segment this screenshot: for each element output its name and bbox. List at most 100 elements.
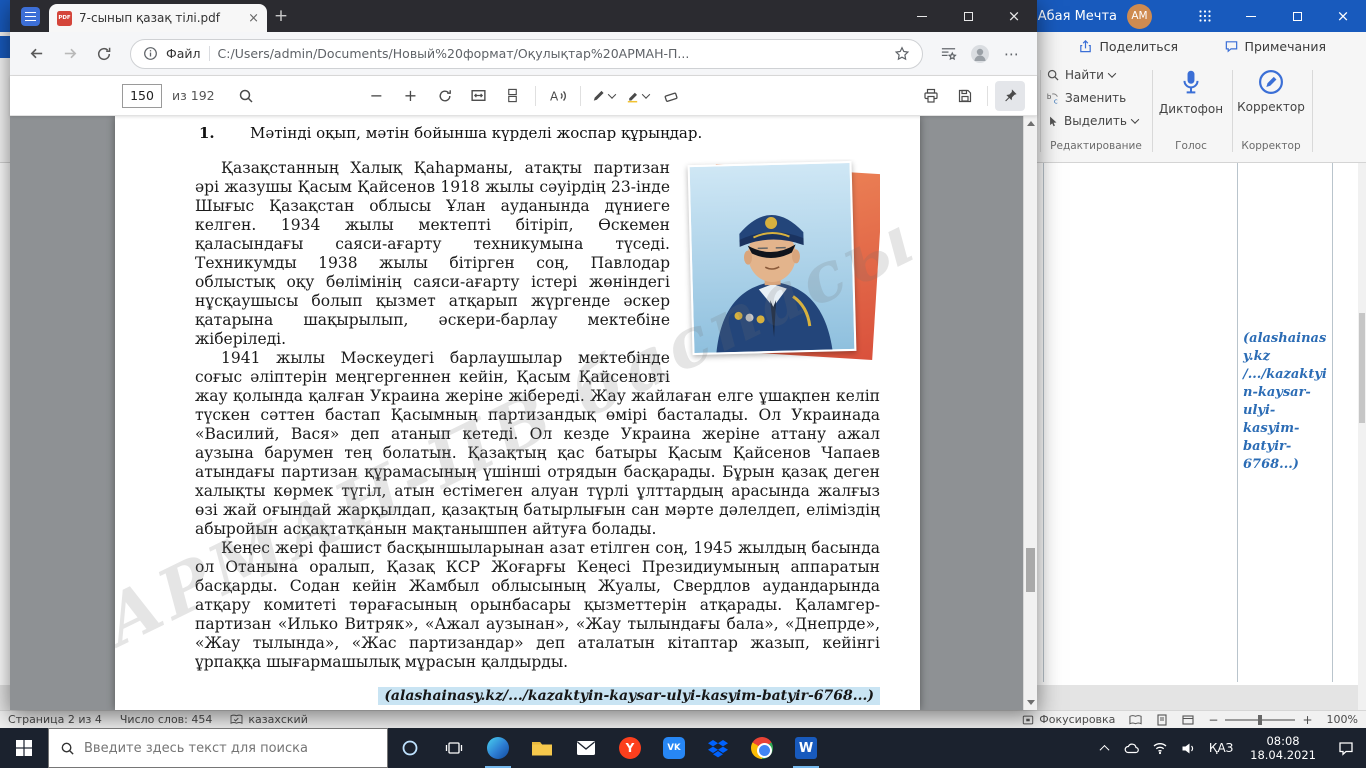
taskbar-app-yandex[interactable]: Y [608, 728, 652, 768]
edge-maximize-button[interactable] [945, 0, 991, 32]
rotate-button[interactable] [430, 81, 460, 111]
maximize-icon [964, 12, 973, 21]
word-minimize-button[interactable] [1228, 0, 1274, 32]
edge-minimize-button[interactable] [899, 0, 945, 32]
status-language[interactable]: казахский [230, 713, 307, 726]
taskbar-app-vk[interactable]: VK [652, 728, 696, 768]
page-view-button[interactable] [498, 81, 528, 111]
zoom-in-button[interactable]: + [396, 81, 426, 111]
url-scheme-label: Файл [166, 46, 201, 61]
read-aloud-button[interactable]: A [543, 81, 573, 111]
tab-actions-menu-button[interactable] [21, 7, 40, 26]
file-tab-sliver[interactable] [0, 36, 10, 58]
svg-text:A: A [550, 89, 559, 103]
word-close-button[interactable]: × [1320, 0, 1366, 32]
word-scrollbar[interactable] [1358, 163, 1366, 710]
status-page[interactable]: Страница 2 из 4 [8, 713, 102, 726]
taskbar-app-file-explorer[interactable] [520, 728, 564, 768]
highlight-button[interactable] [622, 81, 652, 111]
svg-text:c: c [1054, 97, 1058, 105]
chevron-down-icon [1108, 69, 1116, 77]
word-maximize-button[interactable] [1274, 0, 1320, 32]
replace-button[interactable]: bc Заменить [1046, 91, 1126, 105]
start-button[interactable] [0, 728, 48, 768]
pdf-scrollbar[interactable] [1023, 116, 1037, 710]
print-layout-view-icon[interactable] [1156, 714, 1168, 726]
edge-address-bar: Файл C:/Users/admin/Documents/Новый%20фо… [10, 32, 1037, 76]
action-center-icon [1338, 741, 1354, 756]
refresh-button[interactable] [88, 38, 120, 70]
taskbar-app-dropbox[interactable] [696, 728, 740, 768]
word-scrollbar-thumb[interactable] [1359, 313, 1365, 423]
show-hidden-icons-button[interactable] [1090, 745, 1118, 752]
onedrive-tray-icon[interactable] [1118, 742, 1146, 754]
zoom-slider-thumb[interactable] [1258, 715, 1262, 725]
pdf-search-button[interactable] [231, 81, 261, 111]
editor-button[interactable]: Корректор [1238, 68, 1304, 114]
pdf-scrollbar-thumb[interactable] [1026, 548, 1035, 592]
share-icon [1078, 39, 1093, 54]
tray-time: 08:08 [1250, 734, 1316, 748]
read-mode-view-icon[interactable] [1129, 714, 1142, 726]
favorites-button[interactable] [933, 39, 963, 69]
find-button[interactable]: Найти [1046, 68, 1115, 82]
keyboard-language-button[interactable]: ҚАЗ [1202, 741, 1240, 755]
url-field[interactable]: Файл C:/Users/admin/Documents/Новый%20фо… [130, 39, 923, 69]
web-layout-view-icon[interactable] [1182, 714, 1194, 726]
print-button[interactable] [916, 81, 946, 111]
forward-button[interactable] [54, 38, 86, 70]
edge-close-button[interactable]: × [991, 0, 1037, 32]
cortana-button[interactable] [388, 728, 432, 768]
network-tray-icon[interactable] [1146, 741, 1174, 755]
zoom-level[interactable]: 100% [1327, 713, 1358, 726]
action-center-button[interactable] [1326, 741, 1366, 756]
group-label-editing: Редактирование [1040, 140, 1152, 152]
yandex-browser-icon: Y [619, 737, 641, 759]
task-view-button[interactable] [432, 728, 476, 768]
taskbar-app-chrome[interactable] [740, 728, 784, 768]
word-source-citation[interactable]: (alashainasy.kz /.../kazaktyin-kaysar-ul… [1243, 330, 1331, 474]
settings-menu-button[interactable]: ⋯ [997, 39, 1027, 69]
zoom-out-button[interactable]: − [1208, 713, 1218, 727]
exercise-text: Мәтінді оқып, мәтін бойынша күрделі жосп… [250, 124, 702, 142]
save-button[interactable] [950, 81, 980, 111]
volume-tray-icon[interactable] [1174, 742, 1202, 755]
ribbon-display-options-button[interactable] [1182, 0, 1228, 32]
draw-button[interactable] [588, 81, 618, 111]
fit-to-width-button[interactable] [464, 81, 494, 111]
search-icon [60, 741, 75, 756]
tab-close-button[interactable]: × [248, 12, 259, 25]
clock[interactable]: 08:08 18.04.2021 [1240, 734, 1326, 762]
taskbar-app-mail[interactable] [564, 728, 608, 768]
pin-toolbar-button[interactable] [995, 81, 1025, 111]
tab-pdf-document[interactable]: PDF 7-сынып қазақ тілі.pdf × [49, 4, 267, 32]
taskbar-search-box[interactable] [48, 728, 388, 768]
zoom-out-button[interactable]: − [362, 81, 392, 111]
zoom-in-button[interactable]: + [1302, 713, 1312, 727]
focus-mode-button[interactable]: Фокусировка [1022, 713, 1115, 726]
zoom-slider[interactable] [1225, 719, 1295, 721]
dictate-button[interactable]: Диктофон [1158, 68, 1224, 116]
toolbar-separator [987, 86, 988, 106]
avatar[interactable]: АМ [1127, 4, 1152, 29]
read-aloud-icon: A [549, 88, 567, 104]
info-icon[interactable] [143, 46, 158, 61]
back-button[interactable] [20, 38, 52, 70]
comments-button[interactable]: Примечания [1224, 39, 1326, 54]
new-tab-button[interactable]: + [267, 2, 295, 30]
add-favorite-star-icon[interactable] [894, 46, 910, 62]
scroll-down-arrow-icon[interactable] [1027, 700, 1035, 705]
grid-icon [1198, 9, 1212, 23]
share-button[interactable]: Поделиться [1078, 39, 1178, 54]
select-button[interactable]: Выделить [1046, 114, 1138, 128]
page-number-input[interactable] [122, 84, 162, 108]
proofing-book-icon [230, 714, 243, 725]
erase-button[interactable] [656, 81, 686, 111]
taskbar-app-edge[interactable] [476, 728, 520, 768]
scroll-up-arrow-icon[interactable] [1027, 121, 1035, 126]
search-input[interactable] [84, 741, 376, 756]
highlighter-icon [625, 88, 640, 103]
status-word-count[interactable]: Число слов: 454 [120, 713, 213, 726]
profile-button[interactable] [965, 39, 995, 69]
taskbar-app-word[interactable]: W [784, 728, 828, 768]
